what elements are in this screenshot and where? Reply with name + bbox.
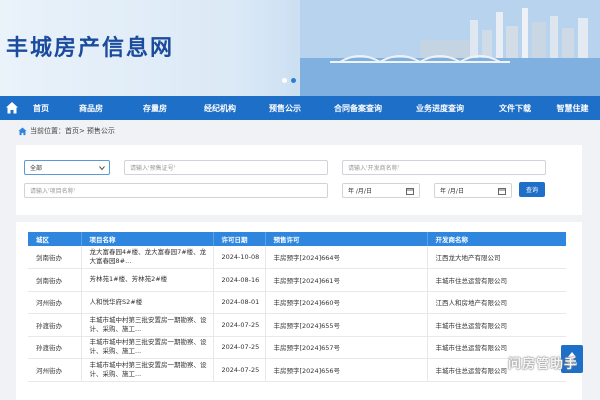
table-row[interactable]: 剑南街办 龙大富春园4#楼、龙大富春园7#楼、龙大富春园8#... 2024-1…	[28, 246, 566, 269]
site-title: 丰城房产信息网	[6, 35, 175, 61]
cell-project[interactable]: 丰城市城中村第三批安置房一期勘察、设计、采购、施工...	[80, 336, 213, 359]
nav-item-progress[interactable]: 业务进度查询	[399, 96, 481, 120]
nav-item-contract[interactable]: 合同备案查询	[317, 96, 399, 120]
cell-permit: 丰房预字[2024]661号	[264, 268, 427, 292]
table-header-row: 城区 项目名称 许可日期 预售许可 开发商名称	[28, 232, 566, 246]
cell-project[interactable]: 人和悦华府S2#楼	[80, 291, 213, 314]
nav-item-agency[interactable]: 经纪机构	[187, 96, 253, 120]
project-name-input[interactable]: 请输入'项目名称'	[24, 183, 328, 198]
main-nav: 首页 商品房 存量房 经纪机构 预售公示 合同备案查询 业务进度查询 文件下载 …	[0, 96, 600, 120]
cell-permit: 丰房预字[2024]656号	[264, 358, 427, 382]
cell-project[interactable]: 丰城市城中村第三批安置房一期勘察、设计、采购、施工...	[80, 358, 213, 382]
query-button[interactable]: 查询	[519, 182, 545, 197]
calendar-icon	[498, 188, 506, 195]
header-date: 许可日期	[212, 232, 265, 246]
nav-item-existing[interactable]: 存量房	[123, 96, 187, 120]
developer-name-placeholder: 请输入'开发商名称'	[348, 165, 400, 172]
nav-item-smart[interactable]: 智慧住建	[549, 96, 596, 120]
table-row[interactable]: 河州街办 丰城市城中村第三批安置房一期勘察、设计、采购、施工... 2024-0…	[28, 358, 566, 382]
cell-date: 2024-10-08	[212, 246, 265, 269]
cell-developer: 丰城市住总运营有限公司	[426, 313, 566, 337]
breadcrumb-current: 预售公示	[86, 127, 115, 135]
permit-number-input[interactable]: 请输入'预售证号'	[124, 160, 328, 175]
header-developer: 开发商名称	[426, 232, 566, 246]
cell-district: 孙渡街办	[28, 336, 81, 359]
cell-district: 剑南街办	[28, 268, 81, 292]
nav-item-presale[interactable]: 预售公示	[253, 96, 317, 120]
breadcrumb-prefix: 当前位置：	[30, 127, 65, 135]
project-name-placeholder: 请输入'项目名称'	[30, 188, 76, 195]
header-permit: 预售许可	[264, 232, 427, 246]
header-project: 项目名称	[80, 232, 213, 246]
cell-district: 河州街办	[28, 358, 81, 382]
carousel-dot[interactable]	[282, 78, 287, 83]
home-icon[interactable]	[5, 101, 19, 115]
cell-developer: 江西龙大地产有限公司	[426, 246, 566, 269]
cell-developer: 江西人和房地产有限公司	[426, 291, 566, 314]
cell-district: 剑南街办	[28, 246, 81, 269]
breadcrumb: 当前位置： 首页 > 预售公示	[18, 126, 115, 136]
calendar-icon	[406, 188, 414, 195]
nav-item-download[interactable]: 文件下载	[481, 96, 549, 120]
cell-date: 2024-07-25	[212, 336, 265, 359]
cell-permit: 丰房预字[2024]664号	[264, 246, 427, 269]
home-icon	[18, 126, 27, 135]
cell-district: 河州街办	[28, 291, 81, 314]
cell-developer: 丰城市住总运营有限公司	[426, 268, 566, 292]
city-skyline-image	[300, 0, 600, 96]
watermark-text: 问房管助手	[508, 357, 579, 372]
cell-date: 2024-08-01	[212, 291, 265, 314]
header-district: 城区	[28, 232, 81, 246]
presale-table: 城区 项目名称 许可日期 预售许可 开发商名称 剑南街办 龙大富春园4#楼、龙大…	[28, 232, 566, 382]
table-row[interactable]: 孙渡街办 丰城市城中村第三批安置房一期勘察、设计、采购、施工... 2024-0…	[28, 313, 566, 337]
nav-item-home[interactable]: 首页	[23, 96, 59, 120]
breadcrumb-home-link[interactable]: 首页	[65, 126, 79, 136]
cell-permit: 丰房预字[2024]655号	[264, 313, 427, 337]
cell-date: 2024-07-25	[212, 358, 265, 382]
table-row[interactable]: 剑南街办 芳林苑1#楼、芳林苑2#楼 2024-08-16 丰房预字[2024]…	[28, 268, 566, 292]
permit-number-placeholder: 请输入'预售证号'	[130, 165, 176, 172]
cell-date: 2024-07-25	[212, 313, 265, 337]
table-row[interactable]: 孙渡街办 丰城市城中村第三批安置房一期勘察、设计、采购、施工... 2024-0…	[28, 336, 566, 359]
chevron-down-icon	[99, 166, 105, 171]
district-select[interactable]: 全部	[24, 160, 110, 175]
header-banner: 丰城房产信息网	[0, 0, 600, 96]
cell-project[interactable]: 丰城市城中村第三批安置房一期勘察、设计、采购、施工...	[80, 313, 213, 337]
cell-project[interactable]: 芳林苑1#楼、芳林苑2#楼	[80, 268, 213, 292]
date-from-input[interactable]: 年 /月/日	[342, 183, 420, 198]
table-row[interactable]: 河州街办 人和悦华府S2#楼 2024-08-01 丰房预字[2024]660号…	[28, 291, 566, 314]
cell-district: 孙渡街办	[28, 313, 81, 337]
results-panel: 城区 项目名称 许可日期 预售许可 开发商名称 剑南街办 龙大富春园4#楼、龙大…	[16, 222, 582, 400]
breadcrumb-separator: >	[79, 127, 85, 135]
cell-permit: 丰房预字[2024]657号	[264, 336, 427, 359]
cell-date: 2024-08-16	[212, 268, 265, 292]
developer-name-input[interactable]: 请输入'开发商名称'	[342, 160, 546, 175]
carousel-dots	[282, 78, 296, 83]
search-panel: 全部 请输入'预售证号' 请输入'开发商名称' 请输入'项目名称' 年 /月/日…	[16, 145, 582, 215]
cell-project[interactable]: 龙大富春园4#楼、龙大富春园7#楼、龙大富春园8#...	[80, 246, 213, 269]
date-to-input[interactable]: 年 /月/日	[434, 183, 512, 198]
carousel-dot-active[interactable]	[291, 78, 296, 83]
date-to-value: 年 /月/日	[440, 188, 464, 195]
district-select-value: 全部	[30, 165, 43, 172]
cell-permit: 丰房预字[2024]660号	[264, 291, 427, 314]
nav-item-commercial[interactable]: 商品房	[59, 96, 123, 120]
date-from-value: 年 /月/日	[348, 188, 372, 195]
